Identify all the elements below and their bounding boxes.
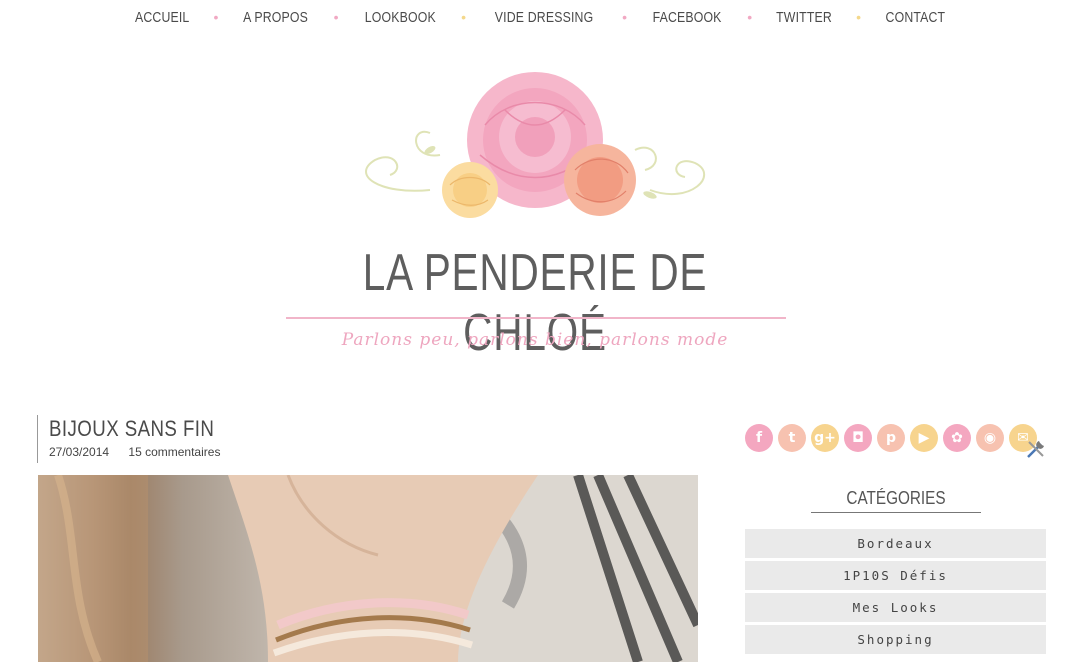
flower-illustration <box>365 72 706 218</box>
nav-item-contact[interactable]: CONTACT <box>886 9 946 26</box>
instagram-icon[interactable]: ◘ <box>844 424 872 452</box>
nav-separator-dot: • <box>856 9 862 25</box>
google-plus-icon[interactable]: g+ <box>811 424 839 452</box>
pinterest-icon[interactable]: p <box>877 424 905 452</box>
facebook-icon[interactable]: f <box>745 424 773 452</box>
youtube-icon[interactable]: ▶ <box>910 424 938 452</box>
post-meta: 27/03/2014 15 commentaires <box>49 445 244 459</box>
bloglovin-icon[interactable]: ✿ <box>943 424 971 452</box>
post-comments-link[interactable]: 15 commentaires <box>128 445 220 459</box>
category-item[interactable]: Shopping <box>745 625 1046 654</box>
nav-item-twitter[interactable]: TWITTER <box>776 9 832 26</box>
title-underline <box>286 317 786 319</box>
rss-icon[interactable]: ◉ <box>976 424 1004 452</box>
nav-separator-dot: • <box>461 9 467 25</box>
twitter-icon[interactable]: t <box>778 424 806 452</box>
categories-list: Bordeaux 1P10S Défis Mes Looks Shopping <box>745 529 1046 657</box>
post-header: BIJOUX SANS FIN 27/03/2014 15 commentair… <box>37 415 244 463</box>
category-item[interactable]: 1P10S Défis <box>745 561 1046 590</box>
nav-item-accueil[interactable]: ACCUEIL <box>135 9 189 26</box>
site-logo[interactable]: LA PENDERIE DE CHLOÉ Parlons peu, parlon… <box>280 55 800 375</box>
nav-item-lookbook[interactable]: LOOKBOOK <box>364 9 435 26</box>
tools-icon[interactable] <box>1025 438 1047 460</box>
category-item[interactable]: Bordeaux <box>745 529 1046 558</box>
top-navigation: ACCUEIL • A PROPOS • LOOKBOOK • VIDE DRESSING •… <box>0 0 1081 34</box>
nav-separator-dot: • <box>622 9 628 25</box>
site-tagline: Parlons peu, parlons bien, parlons mode <box>341 330 729 350</box>
nav-separator-dot: • <box>747 9 753 25</box>
category-item[interactable]: Mes Looks <box>745 593 1046 622</box>
nav-separator-dot: • <box>333 9 339 25</box>
nav-item-a-propos[interactable]: A PROPOS <box>244 9 309 26</box>
post-date: 27/03/2014 <box>49 445 110 459</box>
post-title[interactable]: BIJOUX SANS FIN <box>49 415 214 443</box>
nav-item-vide-dressing[interactable]: VIDE DRESSING <box>495 9 594 26</box>
nav-separator-dot: • <box>213 9 219 25</box>
bracelet-photo <box>38 475 698 662</box>
categories-title: CATÉGORIES <box>811 488 981 513</box>
nav-item-facebook[interactable]: FACEBOOK <box>653 9 722 26</box>
post-image[interactable] <box>38 475 698 662</box>
social-icons: f t g+ ◘ p ▶ ✿ ◉ ✉ <box>745 424 1037 452</box>
